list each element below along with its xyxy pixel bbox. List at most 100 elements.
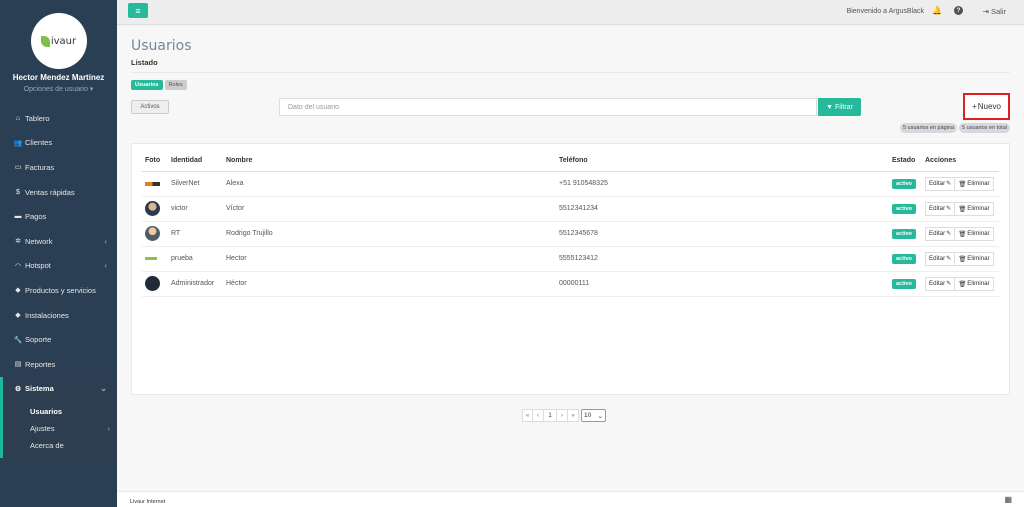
first-page-button[interactable]: « <box>522 409 533 422</box>
trash-icon: 🗑 <box>958 205 967 213</box>
filter-button[interactable]: ▼ Filtrar <box>818 98 861 116</box>
new-user-button[interactable]: + Nuevo <box>972 102 1001 111</box>
chevron-down-icon: ⌄ <box>100 384 107 394</box>
book-icon: ▤ <box>14 361 22 369</box>
count-page-badge: 5 usuarios en página <box>899 123 958 133</box>
dashboard-icon: ⌂ <box>15 114 21 122</box>
delete-button[interactable]: 🗑 Eliminar <box>955 226 994 241</box>
identity-cell: SilverNet <box>168 171 223 197</box>
edit-button[interactable]: Editar ✎ <box>925 226 956 241</box>
photo-cell <box>142 171 168 197</box>
edit-icon: ✎ <box>946 205 952 212</box>
sidebar-item-ventas-rapidas[interactable]: $ Ventas rápidas <box>0 180 117 205</box>
tag-icon: ◆ <box>15 312 21 320</box>
name-cell: Héctor <box>223 271 556 297</box>
sidebar-subitem-label: Ajustes <box>30 424 55 434</box>
sidebar-subitem-acerca-de[interactable]: Acerca de <box>3 437 117 454</box>
welcome-text: Bienvenido a ArgusBlack <box>846 8 924 15</box>
leaf-logo-icon <box>40 35 50 47</box>
delete-button[interactable]: 🗑 Eliminar <box>955 251 994 266</box>
photo-cell <box>142 271 168 297</box>
trash-icon: 🗑 <box>958 255 967 263</box>
sistema-submenu: Usuarios Ajustes ‹ Acerca de <box>0 401 117 459</box>
edit-label: Editar <box>929 180 946 187</box>
sidebar-item-pagos[interactable]: ▬ Pagos <box>0 204 117 229</box>
active-filter-toggle[interactable]: Activos <box>131 100 169 114</box>
sidebar-item-instalaciones[interactable]: ◆ Instalaciones <box>0 303 117 328</box>
sidebar-item-hotspot[interactable]: ◠ Hotspot ‹ <box>0 254 117 279</box>
chevron-left-icon: ‹ <box>107 424 111 434</box>
column-header-telefono: Teléfono <box>556 151 889 172</box>
column-header-acciones: Acciones <box>922 151 999 172</box>
sidebar-subitem-usuarios[interactable]: Usuarios <box>3 403 117 420</box>
users-panel: Foto Identidad Nombre Teléfono Estado Ac… <box>131 143 1010 395</box>
status-cell: activo <box>889 271 922 297</box>
table-header-row: Foto Identidad Nombre Teléfono Estado Ac… <box>142 151 999 172</box>
status-badge: activo <box>892 253 916 264</box>
photo-cell <box>142 221 168 247</box>
sidebar-item-sistema[interactable]: ⚙ Sistema ⌄ <box>0 376 117 402</box>
page-number-button[interactable]: 1 <box>544 409 557 422</box>
table-row: SilverNet Alexa +51 910548325 activo Edi… <box>142 171 999 197</box>
edit-button[interactable]: Editar ✎ <box>925 251 956 266</box>
sidebar-item-reportes[interactable]: ▤ Reportes <box>0 352 117 377</box>
delete-button[interactable]: 🗑 Eliminar <box>955 201 994 216</box>
help-icon[interactable]: ? <box>954 6 963 15</box>
edit-button[interactable]: Editar ✎ <box>925 276 956 291</box>
delete-label: Eliminar <box>967 230 990 237</box>
actions-cell: Editar ✎ 🗑 Eliminar <box>922 221 999 247</box>
sidebar-item-label: Network <box>25 236 53 246</box>
tab-roles[interactable]: Roles <box>164 80 187 90</box>
next-page-button[interactable]: › <box>557 409 568 422</box>
file-icon: ▭ <box>14 164 22 172</box>
page-size-select[interactable]: 10 ⌄ <box>581 409 606 422</box>
actions-cell: Editar ✎ 🗑 Eliminar <box>922 196 999 222</box>
menu-toggle-button[interactable]: ≡ <box>128 3 148 18</box>
sidebar-item-productos[interactable]: ◆ Productos y servicios <box>0 278 117 303</box>
delete-button[interactable]: 🗑 Eliminar <box>955 176 994 191</box>
section-tabs: Usuarios Roles <box>131 80 187 90</box>
bell-icon[interactable]: 🔔 <box>932 6 942 15</box>
status-cell: activo <box>889 196 922 222</box>
building-icon: ▦ <box>1004 495 1012 504</box>
sidebar-item-network[interactable]: ✲ Network ‹ <box>0 229 117 254</box>
sidebar-item-clientes[interactable]: 👥 Clientes <box>0 131 117 156</box>
sidebar-item-facturas[interactable]: ▭ Facturas <box>0 155 117 180</box>
sidebar-item-tablero[interactable]: ⌂ Tablero <box>0 106 117 131</box>
table-row: prueba Hector 5555123412 activo Editar ✎ … <box>142 246 999 272</box>
sidebar-item-soporte[interactable]: 🔧 Soporte <box>0 327 117 352</box>
top-navbar: ≡ Bienvenido a ArgusBlack 🔔 ? ⇥ Salir <box>117 0 1024 25</box>
sidebar-item-label: Hotspot <box>25 261 51 271</box>
plus-icon: + <box>972 102 977 111</box>
edit-button[interactable]: Editar ✎ <box>925 176 956 191</box>
search-input[interactable] <box>280 99 816 115</box>
user-name: Hector Mendez Martinez <box>12 73 105 82</box>
money-icon: ▬ <box>14 213 22 221</box>
sidebar-subitem-ajustes[interactable]: Ajustes ‹ <box>3 420 117 437</box>
status-cell: activo <box>889 221 922 247</box>
main-content: Usuarios Listado Usuarios Roles Activos … <box>117 26 1024 491</box>
sidebar-item-label: Clientes <box>25 138 53 148</box>
filter-icon: ▼ <box>826 103 834 111</box>
edit-button[interactable]: Editar ✎ <box>925 201 956 216</box>
prev-page-button[interactable]: ‹ <box>533 409 544 422</box>
page-title: Usuarios <box>131 38 192 54</box>
tab-usuarios[interactable]: Usuarios <box>131 80 163 90</box>
avatar <box>145 181 160 186</box>
hamburger-icon: ≡ <box>135 5 141 16</box>
logout-link[interactable]: ⇥ Salir <box>983 7 1006 16</box>
avatar <box>145 201 160 216</box>
last-page-button[interactable]: » <box>568 409 579 422</box>
edit-icon: ✎ <box>946 280 952 287</box>
delete-button[interactable]: 🗑 Eliminar <box>955 276 994 291</box>
avatar <box>145 226 160 241</box>
user-options-menu[interactable]: Opciones de usuario ▾ <box>0 85 117 93</box>
edit-label: Editar <box>929 280 946 287</box>
avatar <box>145 257 157 260</box>
phone-cell: 5512341234 <box>556 196 889 222</box>
photo-cell <box>142 196 168 222</box>
page-subtitle: Listado <box>131 58 158 67</box>
tags-icon: ◆ <box>15 287 21 295</box>
delete-label: Eliminar <box>967 280 990 287</box>
sidebar-item-label: Soporte <box>25 335 52 345</box>
